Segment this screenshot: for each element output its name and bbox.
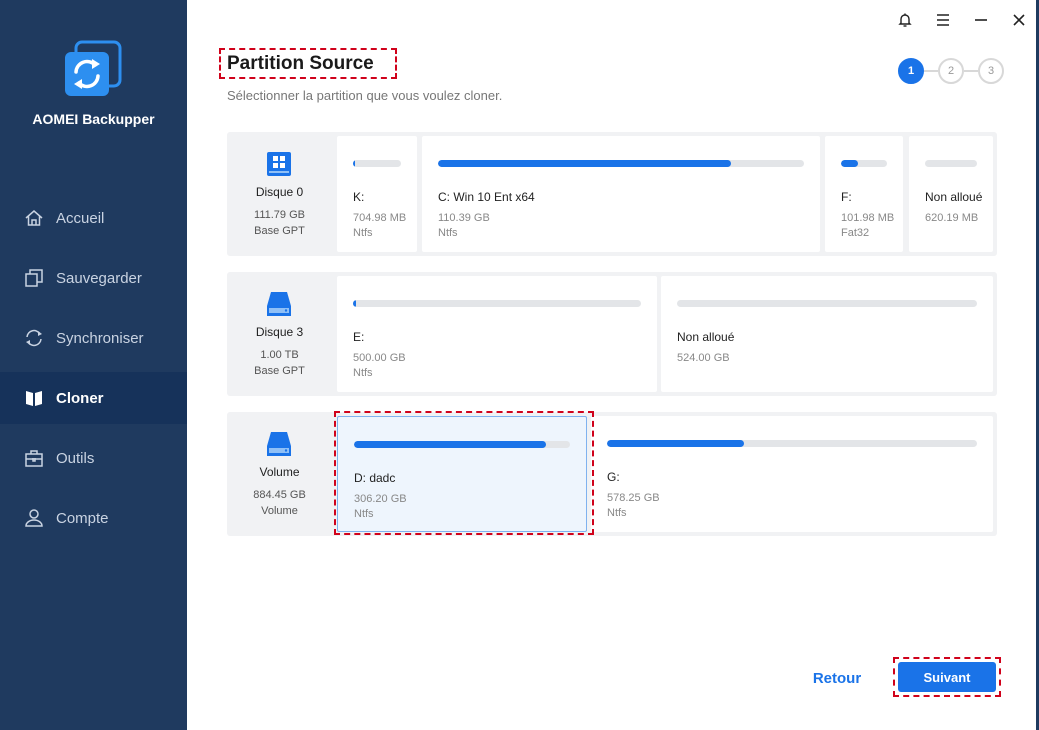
partition-name: F: <box>841 190 852 204</box>
close-icon <box>1013 14 1025 26</box>
back-button[interactable]: Retour <box>800 666 874 690</box>
disk-size: 1.00 TB <box>260 349 299 361</box>
sidebar-item-label: Accueil <box>56 209 105 227</box>
close-button[interactable] <box>1009 10 1029 30</box>
partition-g[interactable]: G: 578.25 GB Ntfs <box>591 416 993 532</box>
partition-filesystem: Ntfs <box>607 507 627 519</box>
partition-filesystem: Ntfs <box>354 508 374 520</box>
partition-size: 578.25 GB <box>607 492 660 504</box>
partition-size: 110.39 GB <box>438 212 490 224</box>
sidebar: AOMEI Backupper Accueil Sauvegarder Sync… <box>0 0 187 730</box>
usage-bar <box>353 300 641 307</box>
disk-info[interactable]: Volume 884.45 GB Volume <box>227 412 332 536</box>
usage-bar <box>677 300 977 307</box>
partition-name: K: <box>353 190 365 204</box>
partition-size: 620.19 MB <box>925 212 979 224</box>
home-icon <box>24 208 44 228</box>
page-title: Partition Source <box>227 52 374 74</box>
step-connector <box>964 70 978 72</box>
sidebar-item-label: Cloner <box>56 389 104 407</box>
user-icon <box>24 508 44 528</box>
clone-icon <box>24 388 44 408</box>
page-subtitle: Sélectionner la partition que vous voule… <box>227 88 503 103</box>
sidebar-item-cloner[interactable]: Cloner <box>0 372 187 424</box>
partition-name: D: dadc <box>354 471 396 485</box>
next-button[interactable]: Suivant <box>898 662 996 692</box>
hard-disk-icon <box>265 430 293 458</box>
step-indicator: 1 2 3 <box>898 58 1004 84</box>
minimize-icon <box>975 19 987 21</box>
partition-size: 704.98 MB <box>353 212 407 224</box>
disk-name: Disque 3 <box>255 325 304 339</box>
disk-type: Base GPT <box>254 225 305 237</box>
disk-name: Volume <box>259 465 300 479</box>
partition-k[interactable]: K: 704.98 MB Ntfs <box>337 136 417 252</box>
sidebar-item-outils[interactable]: Outils <box>0 432 187 484</box>
sidebar-item-label: Compte <box>56 509 109 527</box>
partition-size: 306.20 GB <box>354 493 407 505</box>
usage-bar <box>438 160 804 167</box>
disk-row-volume: Volume 884.45 GB Volume D: dadc 306.20 G… <box>227 412 997 536</box>
disk-info[interactable]: Disque 3 1.00 TB Base GPT <box>227 272 332 396</box>
usage-bar <box>841 160 887 167</box>
menu-button[interactable] <box>933 10 953 30</box>
sidebar-item-label: Outils <box>56 449 95 467</box>
partition-size: 524.00 GB <box>677 352 730 364</box>
app-logo-icon <box>62 40 124 100</box>
sidebar-item-sauvegarder[interactable]: Sauvegarder <box>0 252 187 304</box>
partition-non-alloue[interactable]: Non alloué 524.00 GB <box>661 276 993 392</box>
partition-filesystem: Ntfs <box>353 227 373 239</box>
sidebar-item-label: Synchroniser <box>56 329 144 347</box>
hamburger-menu-icon <box>937 14 949 26</box>
disk-size: 111.79 GB <box>254 209 305 221</box>
tools-icon <box>24 448 44 468</box>
app-name: AOMEI Backupper <box>32 111 155 127</box>
partition-f[interactable]: F: 101.98 MB Fat32 <box>825 136 903 252</box>
step-3: 3 <box>978 58 1004 84</box>
disk-row-disque-0: Disque 0 111.79 GB Base GPT K: 704.98 MB… <box>227 132 997 256</box>
sidebar-item-synchroniser[interactable]: Synchroniser <box>0 312 187 364</box>
windows-disk-icon <box>265 150 293 178</box>
disk-type: Base GPT <box>254 365 305 377</box>
minimize-button[interactable] <box>971 10 991 30</box>
sidebar-item-compte[interactable]: Compte <box>0 492 187 544</box>
disk-name: Disque 0 <box>255 185 304 199</box>
sidebar-item-accueil[interactable]: Accueil <box>0 192 187 244</box>
usage-bar <box>607 440 977 447</box>
partition-c[interactable]: C: Win 10 Ent x64 110.39 GB Ntfs <box>422 136 820 252</box>
disk-type: Volume <box>261 505 298 517</box>
next-button-highlight: Suivant <box>893 657 1001 697</box>
disk-info[interactable]: Disque 0 111.79 GB Base GPT <box>227 132 332 256</box>
hard-disk-icon <box>265 290 293 318</box>
partition-non-alloue[interactable]: Non alloué 620.19 MB <box>909 136 993 252</box>
partition-filesystem: Ntfs <box>353 367 373 379</box>
partition-e[interactable]: E: 500.00 GB Ntfs <box>337 276 657 392</box>
sync-icon <box>24 328 44 348</box>
step-1: 1 <box>898 58 924 84</box>
notification-bell-button[interactable] <box>895 10 915 30</box>
partition-size: 101.98 MB <box>841 212 895 224</box>
disk-row-disque-3: Disque 3 1.00 TB Base GPT E: 500.00 GB N… <box>227 272 997 396</box>
usage-bar <box>354 441 570 448</box>
bell-icon <box>898 13 912 27</box>
sidebar-item-label: Sauvegarder <box>56 269 142 287</box>
window-controls <box>895 10 1029 30</box>
usage-bar <box>925 160 977 167</box>
partition-name: C: Win 10 Ent x64 <box>438 190 535 204</box>
disk-size: 884.45 GB <box>253 489 306 501</box>
partition-size: 500.00 GB <box>353 352 406 364</box>
partition-d-selected[interactable]: D: dadc 306.20 GB Ntfs <box>337 416 587 532</box>
sidebar-nav: Accueil Sauvegarder Synchroniser Cloner … <box>0 192 187 552</box>
partition-filesystem: Ntfs <box>438 227 458 239</box>
partition-name: Non alloué <box>925 190 983 204</box>
partition-name: G: <box>607 470 620 484</box>
partition-filesystem: Fat32 <box>841 227 870 239</box>
partition-name: Non alloué <box>677 330 735 344</box>
step-connector <box>924 70 938 72</box>
backup-icon <box>24 268 44 288</box>
step-2: 2 <box>938 58 964 84</box>
page-title-highlight: Partition Source <box>219 48 397 79</box>
usage-bar <box>353 160 401 167</box>
partition-name: E: <box>353 330 365 344</box>
